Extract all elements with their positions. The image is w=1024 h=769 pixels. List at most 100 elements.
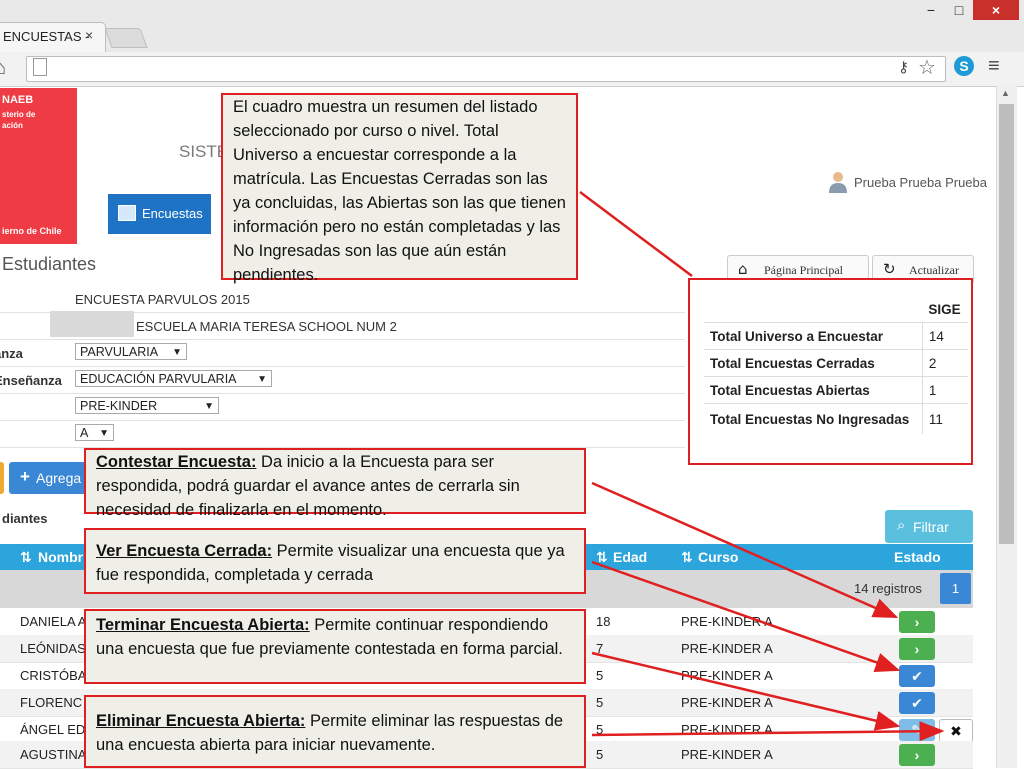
- student-name: ÁNGEL ED: [20, 722, 86, 737]
- survey-name: ENCUESTA PARVULOS 2015: [75, 292, 250, 307]
- summary-value: 14: [921, 322, 968, 350]
- summary-header-blank: [704, 296, 922, 323]
- callout-title: Contestar Encuesta:: [96, 453, 257, 471]
- user-icon: [829, 172, 847, 193]
- home-icon: ⌂: [738, 260, 748, 278]
- chevron-down-icon: ▼: [99, 428, 109, 439]
- logo: NAEB sterio de ación ierno de Chile: [0, 88, 77, 244]
- student-course: PRE-KINDER A: [681, 695, 773, 710]
- summary-label: Total Encuestas Abiertas: [704, 376, 923, 404]
- callout-title: Eliminar Encuesta Abierta:: [96, 712, 306, 730]
- address-bar[interactable]: [26, 56, 946, 82]
- student-name: LEÓNIDAS: [20, 641, 86, 656]
- chevron-down-icon: ▼: [257, 374, 267, 385]
- logo-ministry-line2: ación: [2, 121, 23, 130]
- logo-ministry-line1: sterio de: [2, 110, 36, 119]
- student-course: PRE-KINDER A: [681, 747, 773, 762]
- student-course: PRE-KINDER A: [681, 722, 773, 737]
- user-name[interactable]: Prueba Prueba Prueba: [854, 175, 987, 190]
- ensenanza-value: PARVULARIA: [80, 345, 159, 359]
- records-count: 14 registros: [854, 581, 922, 596]
- student-age: 5: [596, 668, 604, 683]
- page-button[interactable]: 1: [940, 573, 971, 604]
- answer-survey-button[interactable]: ›: [899, 638, 935, 660]
- filter-row-ensenanza: anza PARVULARIA ▼: [0, 339, 685, 367]
- filter-row-survey: ENCUESTA PARVULOS 2015: [0, 285, 685, 313]
- callout-title: Terminar Encuesta Abierta:: [96, 616, 310, 634]
- summary-label: Total Universo a Encuestar: [704, 322, 923, 350]
- sort-icon: ⇅: [20, 549, 32, 565]
- student-age: 5: [596, 747, 604, 762]
- minimize-button[interactable]: −: [916, 0, 946, 20]
- plus-icon: +: [20, 467, 30, 486]
- filter-row-grado: PRE-KINDER ▼: [0, 393, 685, 421]
- sort-icon: ⇅: [681, 549, 693, 565]
- student-name: DANIELA A: [20, 614, 87, 629]
- arrow-summary: [579, 191, 693, 277]
- filter-button[interactable]: ⌕ Filtrar: [885, 510, 973, 543]
- tipo-ensenanza-select[interactable]: EDUCACIÓN PARVULARIA ▼: [75, 370, 272, 387]
- window-close-button[interactable]: ×: [973, 0, 1019, 20]
- home-page-label: Página Principal: [764, 263, 843, 277]
- student-age: 5: [596, 722, 604, 737]
- list-icon: [118, 205, 136, 221]
- browser-titlebar: [0, 0, 1024, 53]
- grado-select[interactable]: PRE-KINDER ▼: [75, 397, 219, 414]
- list-title: diantes: [2, 511, 48, 526]
- col-edad[interactable]: Edad: [613, 549, 647, 565]
- col-nombre[interactable]: Nombr: [38, 549, 83, 565]
- filter-button-label: Filtrar: [913, 519, 949, 535]
- school-name: ESCUELA MARIA TERESA SCHOOL NUM 2: [136, 319, 397, 334]
- new-tab-button[interactable]: [104, 28, 148, 48]
- view-closed-survey-button[interactable]: ✔: [899, 692, 935, 714]
- callout-finish-open: Terminar Encuesta Abierta: Permite conti…: [84, 609, 586, 684]
- callout-title: Ver Encuesta Cerrada:: [96, 542, 273, 560]
- summary-table: SIGE Total Universo a Encuestar 14 Total …: [704, 296, 968, 434]
- add-button-label: Agrega: [36, 470, 82, 486]
- summary-column-header: SIGE: [928, 301, 961, 317]
- callout-delete-open: Eliminar Encuesta Abierta: Permite elimi…: [84, 695, 586, 768]
- callout-summary-explanation: El cuadro muestra un resumen del listado…: [221, 93, 578, 284]
- answer-survey-button[interactable]: ›: [899, 611, 935, 633]
- scrollbar-thumb[interactable]: [999, 104, 1014, 544]
- student-course: PRE-KINDER A: [681, 614, 773, 629]
- redacted-field: [50, 311, 134, 337]
- student-age: 5: [596, 695, 604, 710]
- maximize-button[interactable]: □: [946, 0, 972, 20]
- callout-answer-survey: Contestar Encuesta: Da inicio a la Encue…: [84, 448, 586, 519]
- scroll-up-arrow-icon[interactable]: ▲: [1001, 88, 1010, 98]
- menu-icon[interactable]: ≡: [988, 55, 1000, 78]
- logo-government: ierno de Chile: [2, 226, 62, 236]
- student-age: 7: [596, 641, 604, 656]
- summary-value: 2: [921, 349, 968, 377]
- refresh-icon: ↻: [883, 260, 896, 278]
- summary-label: Total Encuestas No Ingresadas: [704, 403, 923, 434]
- action-button-partial[interactable]: [0, 462, 4, 494]
- col-curso[interactable]: Curso: [698, 549, 738, 565]
- summary-value: 11: [921, 403, 968, 434]
- finish-open-survey-button[interactable]: ✎: [899, 719, 935, 741]
- ensenanza-select[interactable]: PARVULARIA ▼: [75, 343, 187, 360]
- view-closed-survey-button[interactable]: ✔: [899, 665, 935, 687]
- student-name: CRISTÓBA: [20, 668, 87, 683]
- filter-row-tipo: Enseñanza EDUCACIÓN PARVULARIA ▼: [0, 366, 685, 394]
- key-icon[interactable]: ⚷: [898, 58, 909, 76]
- letra-value: A: [80, 426, 89, 440]
- close-icon[interactable]: ×: [85, 27, 93, 43]
- filter-row-letra: A ▼: [0, 420, 685, 448]
- browser-tab[interactable]: ENCUESTAS - ×: [0, 22, 106, 53]
- nav-tab-encuestas[interactable]: Encuestas: [108, 194, 211, 234]
- student-name: AGUSTINA: [20, 747, 87, 762]
- skype-icon[interactable]: S: [954, 56, 974, 76]
- delete-open-survey-button[interactable]: ✖: [939, 719, 973, 743]
- student-age: 18: [596, 614, 611, 629]
- answer-survey-button[interactable]: ›: [899, 744, 935, 766]
- grado-value: PRE-KINDER: [80, 399, 158, 413]
- student-course: PRE-KINDER A: [681, 641, 773, 656]
- tipo-ensenanza-value: EDUCACIÓN PARVULARIA: [80, 372, 237, 386]
- star-icon[interactable]: ☆: [918, 55, 936, 80]
- letra-select[interactable]: A ▼: [75, 424, 114, 441]
- home-icon[interactable]: ⌂: [0, 57, 6, 80]
- tipo-ensenanza-label: Enseñanza: [0, 373, 62, 388]
- summary-label: Total Encuestas Cerradas: [704, 349, 923, 377]
